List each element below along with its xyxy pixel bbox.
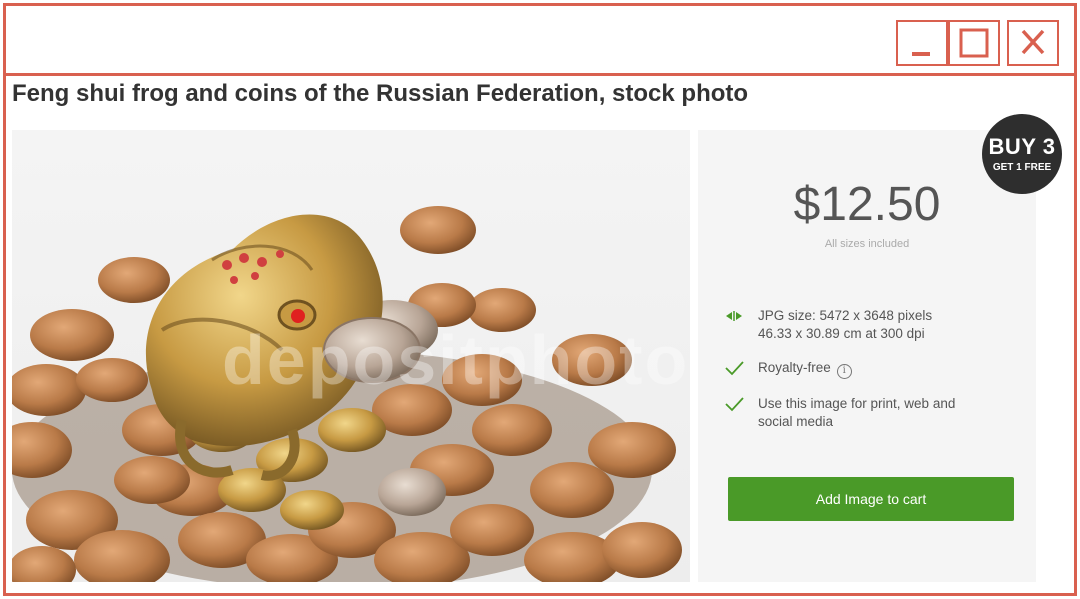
jpg-size-line1: JPG size: 5472 x 3648 pixels bbox=[758, 308, 933, 323]
checkmark-icon bbox=[725, 361, 744, 376]
minimize-icon bbox=[912, 52, 930, 56]
checkmark-icon bbox=[725, 397, 744, 412]
maximize-button[interactable] bbox=[948, 20, 1000, 66]
feature-jpg-size: JPG size: 5472 x 3648 pixels 46.33 x 30.… bbox=[724, 307, 1014, 343]
add-to-cart-button[interactable]: Add Image to cart bbox=[728, 477, 1014, 521]
close-button[interactable] bbox=[1007, 20, 1059, 66]
title-bar bbox=[6, 6, 1074, 76]
feature-usage: Use this image for print, web and social… bbox=[724, 395, 1014, 431]
badge-line2: GET 1 FREE bbox=[992, 162, 1052, 173]
maximize-icon bbox=[959, 28, 989, 58]
close-icon bbox=[1021, 29, 1045, 55]
royalty-label: Royalty-free bbox=[758, 360, 831, 375]
usage-line2: social media bbox=[758, 414, 834, 429]
photo-watermark: depositphotos bbox=[222, 321, 690, 399]
resize-arrows-icon bbox=[726, 311, 742, 321]
stock-photo[interactable]: depositphotos bbox=[12, 130, 690, 582]
badge-line1: BUY 3 bbox=[988, 134, 1056, 159]
info-icon[interactable]: i bbox=[836, 364, 852, 379]
usage-line1: Use this image for print, web and bbox=[758, 396, 956, 411]
price-note: All sizes included bbox=[824, 238, 910, 250]
price: $12.50 bbox=[793, 178, 941, 231]
minimize-button[interactable] bbox=[896, 20, 948, 66]
feature-royalty: Royalty-free i bbox=[724, 359, 1014, 379]
jpg-size-line2: 46.33 x 30.89 cm at 300 dpi bbox=[758, 326, 925, 341]
page-title: Feng shui frog and coins of the Russian … bbox=[12, 80, 749, 107]
